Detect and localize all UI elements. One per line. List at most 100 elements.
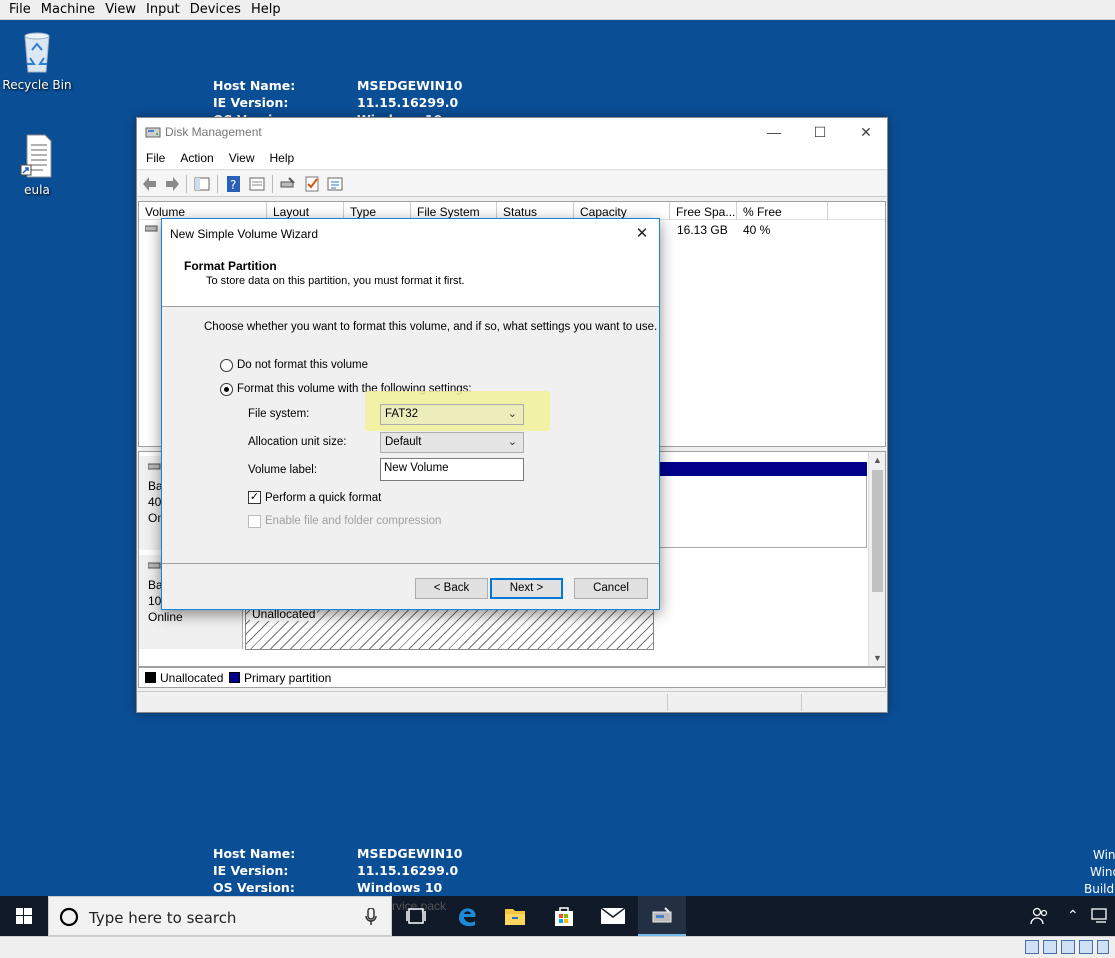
vm-menu-view[interactable]: View [100, 0, 141, 18]
task-view-button[interactable] [392, 896, 440, 936]
legend-swatch-unallocated [145, 672, 156, 683]
allocation-unit-size-select[interactable]: Default ⌄ [380, 432, 524, 453]
file-system-select[interactable]: FAT32 ⌄ [380, 404, 524, 425]
scrollbar-thumb[interactable] [872, 470, 883, 592]
wizard-close-icon[interactable]: ✕ [625, 219, 659, 248]
hard-disk-status-icon[interactable] [1025, 940, 1039, 954]
volume-label-input[interactable]: New Volume [380, 458, 524, 481]
usb-status-icon[interactable] [1079, 940, 1093, 954]
forward-arrow-icon[interactable] [163, 175, 181, 193]
vm-menubar: File Machine View Input Devices Help [0, 0, 1115, 20]
taskbar-store[interactable] [540, 896, 588, 936]
next-button[interactable]: Next > [490, 578, 563, 599]
desktop-icon-recycle-bin[interactable]: Recycle Bin [1, 28, 73, 92]
scroll-down-icon[interactable]: ▼ [869, 650, 886, 666]
start-button[interactable] [0, 896, 48, 936]
quick-format-checkbox[interactable]: ✓ [248, 491, 261, 504]
column-header-percent-free[interactable]: % Free [737, 202, 828, 220]
taskbar-mail[interactable] [589, 896, 637, 936]
settings-list-icon[interactable] [326, 175, 344, 193]
vm-menu-help[interactable]: Help [246, 0, 286, 18]
bginfo-value: Windows 10 [357, 880, 443, 895]
vm-statusbar [0, 936, 1115, 958]
text-document-shortcut-icon [17, 133, 57, 179]
menu-file[interactable]: File [137, 147, 170, 165]
network-status-icon[interactable] [1061, 940, 1075, 954]
menu-help[interactable]: Help [260, 147, 300, 165]
compression-label: Enable file and folder compression [265, 515, 442, 527]
close-button[interactable]: ✕ [843, 118, 889, 147]
status-bar [137, 691, 887, 712]
bginfo-value: MSEDGEWIN10 [357, 846, 463, 861]
volume-row-free-space[interactable]: 16.13 GB [671, 223, 728, 237]
column-header-free-space[interactable]: Free Spa... [670, 202, 737, 220]
vm-menu-file[interactable]: File [0, 0, 36, 18]
microphone-icon[interactable] [365, 907, 377, 929]
scroll-up-icon[interactable]: ▲ [869, 452, 886, 468]
optical-drive-status-icon[interactable] [1043, 940, 1057, 954]
bginfo-value: 11.15.16299.0 [357, 95, 459, 110]
show-hidden-icons-chevron-icon[interactable]: ⌃ [1067, 907, 1079, 924]
vm-menu-input[interactable]: Input [141, 0, 185, 18]
back-arrow-icon[interactable] [141, 175, 159, 193]
maximize-button[interactable]: ☐ [797, 118, 843, 147]
windows-logo-icon [16, 908, 32, 927]
desktop-icon-eula[interactable]: eula [1, 133, 73, 197]
unallocated-partition[interactable]: Unallocated [245, 604, 654, 650]
volume-label-value: New Volume [384, 462, 449, 474]
volume-row-drive-icon[interactable] [139, 223, 159, 237]
taskbar-edge[interactable] [443, 896, 491, 936]
compression-checkbox[interactable] [248, 515, 261, 528]
watermark-line: Win [1093, 848, 1115, 862]
connect-disk-icon[interactable] [279, 175, 297, 193]
bginfo-key: IE Version: [213, 863, 289, 878]
allocation-unit-size-label: Allocation unit size: [248, 436, 347, 448]
cortana-icon [58, 906, 80, 931]
quick-format-label[interactable]: Perform a quick format [265, 492, 381, 504]
bginfo-bottom: Host Name: MSEDGEWIN10 IE Version: 11.15.1… [213, 845, 513, 896]
wizard-instruction: Choose whether you want to format this v… [204, 321, 658, 333]
disk-management-app-icon [145, 125, 161, 142]
radio-format-volume[interactable] [220, 383, 233, 396]
menu-view[interactable]: View [219, 147, 260, 165]
taskbar-file-explorer[interactable] [491, 896, 539, 936]
toolbar: ? [137, 171, 887, 197]
vm-menu-devices[interactable]: Devices [185, 0, 246, 18]
shared-folders-status-icon[interactable] [1097, 940, 1109, 954]
disk-0-partition[interactable] [659, 476, 867, 548]
people-icon[interactable] [1030, 907, 1050, 928]
desktop-icon-label: Recycle Bin [2, 78, 72, 92]
window-title: Disk Management [165, 125, 262, 139]
toolbar-separator [272, 175, 273, 193]
back-button[interactable]: < Back [415, 578, 488, 599]
wizard-header: Format Partition To store data on this p… [162, 248, 659, 307]
legend-swatch-primary [229, 672, 240, 683]
taskbar-search-box[interactable]: Type here to search [48, 896, 392, 936]
vm-menu-machine[interactable]: Machine [36, 0, 100, 18]
wizard-footer-divider [162, 563, 659, 564]
radio-do-not-format[interactable] [220, 359, 233, 372]
legend-bar: Unallocated Primary partition [138, 667, 886, 688]
cancel-button[interactable]: Cancel [574, 578, 648, 599]
menu-action[interactable]: Action [170, 147, 218, 165]
checklist-icon[interactable] [303, 175, 321, 193]
window-titlebar[interactable]: Disk Management — ☐ ✕ [137, 118, 887, 147]
edge-icon [456, 905, 478, 930]
network-icon[interactable] [1090, 908, 1112, 927]
mail-icon [600, 907, 626, 927]
volume-row-percent-free[interactable]: 40 % [737, 223, 770, 237]
status-separator [801, 694, 802, 711]
wizard-titlebar[interactable]: New Simple Volume Wizard ✕ [162, 219, 659, 248]
minimize-button[interactable]: — [751, 118, 797, 147]
toolbar-separator [217, 175, 218, 193]
show-hide-console-tree-icon[interactable] [193, 175, 211, 193]
wizard-page-subtitle: To store data on this partition, you mus… [206, 275, 465, 287]
search-placeholder: Type here to search [89, 909, 237, 927]
taskbar-disk-management[interactable] [638, 896, 686, 936]
help-icon[interactable]: ? [225, 175, 243, 193]
taskbar: Type here to search rvice pack ⌃ [0, 896, 1115, 936]
file-system-label: File system: [248, 408, 310, 420]
properties-pane-icon[interactable] [248, 175, 266, 193]
radio-do-not-format-label[interactable]: Do not format this volume [237, 359, 368, 371]
vertical-scrollbar[interactable]: ▲ ▼ [868, 452, 885, 666]
